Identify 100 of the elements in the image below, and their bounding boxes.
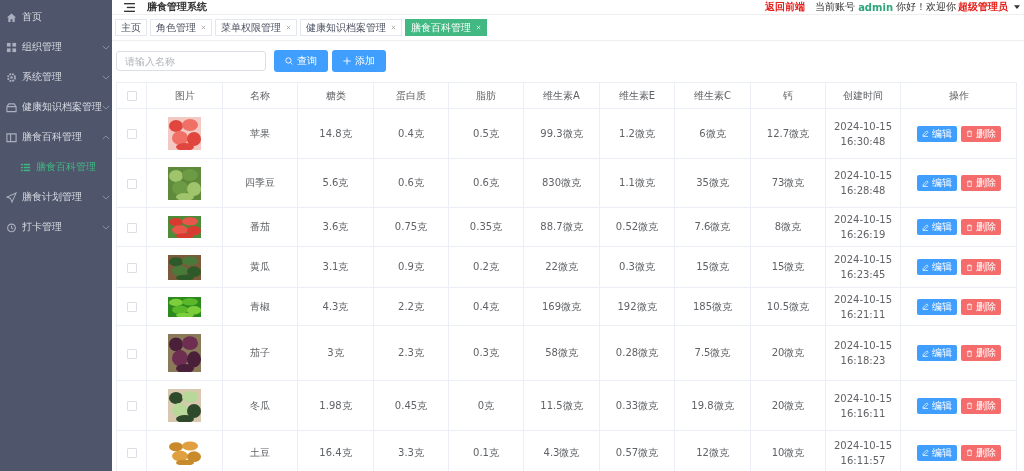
search-field[interactable]: 请输入名称 bbox=[116, 51, 266, 71]
table-cell: 1.98克 bbox=[297, 380, 374, 431]
close-icon[interactable] bbox=[286, 25, 291, 30]
table-cell: 0.3微克 bbox=[599, 246, 675, 288]
gear-icon bbox=[6, 71, 17, 83]
delete-button[interactable]: 删除 bbox=[960, 219, 1001, 235]
table-cell: 15微克 bbox=[674, 246, 751, 288]
delete-button[interactable]: 删除 bbox=[960, 397, 1001, 414]
close-icon[interactable] bbox=[201, 25, 206, 30]
grid-icon bbox=[6, 41, 17, 53]
table-cell: 3.6克 bbox=[297, 207, 374, 247]
sidebar-item[interactable]: 组织管理 bbox=[0, 32, 112, 62]
table-cell: 3克 bbox=[297, 325, 374, 381]
table-cell: 2.3克 bbox=[373, 325, 449, 381]
search-button[interactable]: 查询 bbox=[274, 50, 328, 72]
pencil-icon bbox=[921, 349, 929, 357]
trash-icon bbox=[965, 263, 973, 271]
table-cell: 58微克 bbox=[523, 325, 600, 381]
column-header: 维生素A bbox=[523, 82, 600, 109]
back-link[interactable]: 返回前端 bbox=[765, 0, 806, 14]
sidebar-item[interactable]: 膳食计划管理 bbox=[0, 182, 112, 212]
sidebar-label: 膳食百科管理 bbox=[22, 130, 82, 144]
edit-button[interactable]: 编辑 bbox=[916, 219, 957, 235]
row-checkbox[interactable] bbox=[126, 348, 137, 359]
plus-icon bbox=[343, 57, 351, 65]
column-header: 蛋白质 bbox=[373, 82, 449, 109]
book-icon bbox=[6, 131, 17, 143]
delete-button[interactable]: 删除 bbox=[960, 298, 1001, 315]
table-cell: 0.3克 bbox=[448, 325, 524, 381]
tab[interactable]: 健康知识档案管理 bbox=[300, 19, 402, 36]
table-cell: 20微克 bbox=[750, 325, 826, 381]
delete-button[interactable]: 删除 bbox=[960, 259, 1001, 275]
trash-icon bbox=[965, 179, 973, 187]
table-cell: 88.7微克 bbox=[523, 207, 600, 247]
table-cell: 5.6克 bbox=[297, 158, 374, 208]
edit-button[interactable]: 编辑 bbox=[916, 175, 957, 191]
table-cell: 1.1微克 bbox=[599, 158, 675, 208]
pencil-icon bbox=[921, 130, 929, 137]
caret-icon[interactable] bbox=[1014, 5, 1020, 9]
table-cell: 番茄 bbox=[222, 207, 298, 247]
table-cell: 冬瓜 bbox=[222, 380, 298, 431]
edit-button[interactable]: 编辑 bbox=[916, 444, 957, 461]
sidebar-item[interactable]: 膳食百科管理 bbox=[0, 122, 112, 152]
table-cell: 6微克 bbox=[674, 108, 751, 159]
edit-button[interactable]: 编辑 bbox=[916, 345, 957, 361]
row-checkbox[interactable] bbox=[126, 262, 137, 273]
row-checkbox[interactable] bbox=[126, 401, 137, 411]
tab[interactable]: 膳食百科管理 bbox=[405, 19, 487, 36]
table-cell: 2024-10-15 16:23:45 bbox=[825, 246, 901, 288]
edit-button[interactable]: 编辑 bbox=[916, 259, 957, 275]
table-cell: 0.28微克 bbox=[599, 325, 675, 381]
edit-button[interactable]: 编辑 bbox=[916, 298, 957, 315]
tab[interactable]: 主页 bbox=[115, 19, 147, 36]
menu-icon[interactable] bbox=[124, 2, 135, 12]
row-checkbox[interactable] bbox=[126, 129, 137, 139]
sidebar-item[interactable]: 系统管理 bbox=[0, 62, 112, 92]
table-cell: 4.3克 bbox=[297, 287, 374, 326]
table-cell: 73微克 bbox=[750, 158, 826, 208]
pencil-icon bbox=[921, 303, 929, 310]
sidebar-label: 组织管理 bbox=[22, 40, 62, 54]
column-header: 糖类 bbox=[297, 82, 374, 109]
box-icon bbox=[6, 101, 17, 113]
close-icon[interactable] bbox=[391, 25, 396, 30]
edit-button[interactable]: 编辑 bbox=[916, 125, 957, 142]
tab[interactable]: 角色管理 bbox=[150, 19, 212, 36]
column-header: 钙 bbox=[750, 82, 826, 109]
table-cell: 169微克 bbox=[523, 287, 600, 326]
add-button[interactable]: 添加 bbox=[332, 50, 386, 72]
pencil-icon bbox=[921, 223, 929, 231]
pencil-icon bbox=[921, 402, 929, 409]
column-header: 操作 bbox=[900, 82, 1017, 109]
column-header: 维生素E bbox=[599, 82, 675, 109]
sidebar-item[interactable]: 打卡管理 bbox=[0, 212, 112, 242]
table-cell: 35微克 bbox=[674, 158, 751, 208]
sidebar-label: 健康知识档案管理 bbox=[22, 100, 102, 114]
select-all-checkbox[interactable] bbox=[126, 91, 137, 101]
trash-icon bbox=[965, 223, 973, 231]
table-cell: 8微克 bbox=[750, 207, 826, 247]
sidebar-item[interactable]: 健康知识档案管理 bbox=[0, 92, 112, 122]
home-icon bbox=[6, 11, 17, 23]
delete-button[interactable]: 删除 bbox=[960, 444, 1001, 461]
column-header: 图片 bbox=[146, 82, 223, 109]
row-checkbox[interactable] bbox=[126, 302, 137, 312]
row-checkbox[interactable] bbox=[126, 448, 137, 458]
row-checkbox[interactable] bbox=[126, 222, 137, 233]
tab[interactable]: 菜单权限管理 bbox=[215, 19, 297, 36]
row-checkbox[interactable] bbox=[126, 178, 137, 189]
sidebar-item[interactable]: 首页 bbox=[0, 2, 112, 32]
edit-button[interactable]: 编辑 bbox=[916, 397, 957, 414]
delete-button[interactable]: 删除 bbox=[960, 125, 1001, 142]
sidebar-label: 打卡管理 bbox=[22, 220, 62, 234]
table-cell: 1.2微克 bbox=[599, 108, 675, 159]
delete-button[interactable]: 删除 bbox=[960, 345, 1001, 361]
table-cell: 830微克 bbox=[523, 158, 600, 208]
table-cell: 192微克 bbox=[599, 287, 675, 326]
sidebar-subitem[interactable]: 膳食百科管理 bbox=[0, 152, 112, 182]
delete-button[interactable]: 删除 bbox=[960, 175, 1001, 191]
pencil-icon bbox=[921, 263, 929, 271]
table-cell: 黄瓜 bbox=[222, 246, 298, 288]
table-cell: 12.7微克 bbox=[750, 108, 826, 159]
